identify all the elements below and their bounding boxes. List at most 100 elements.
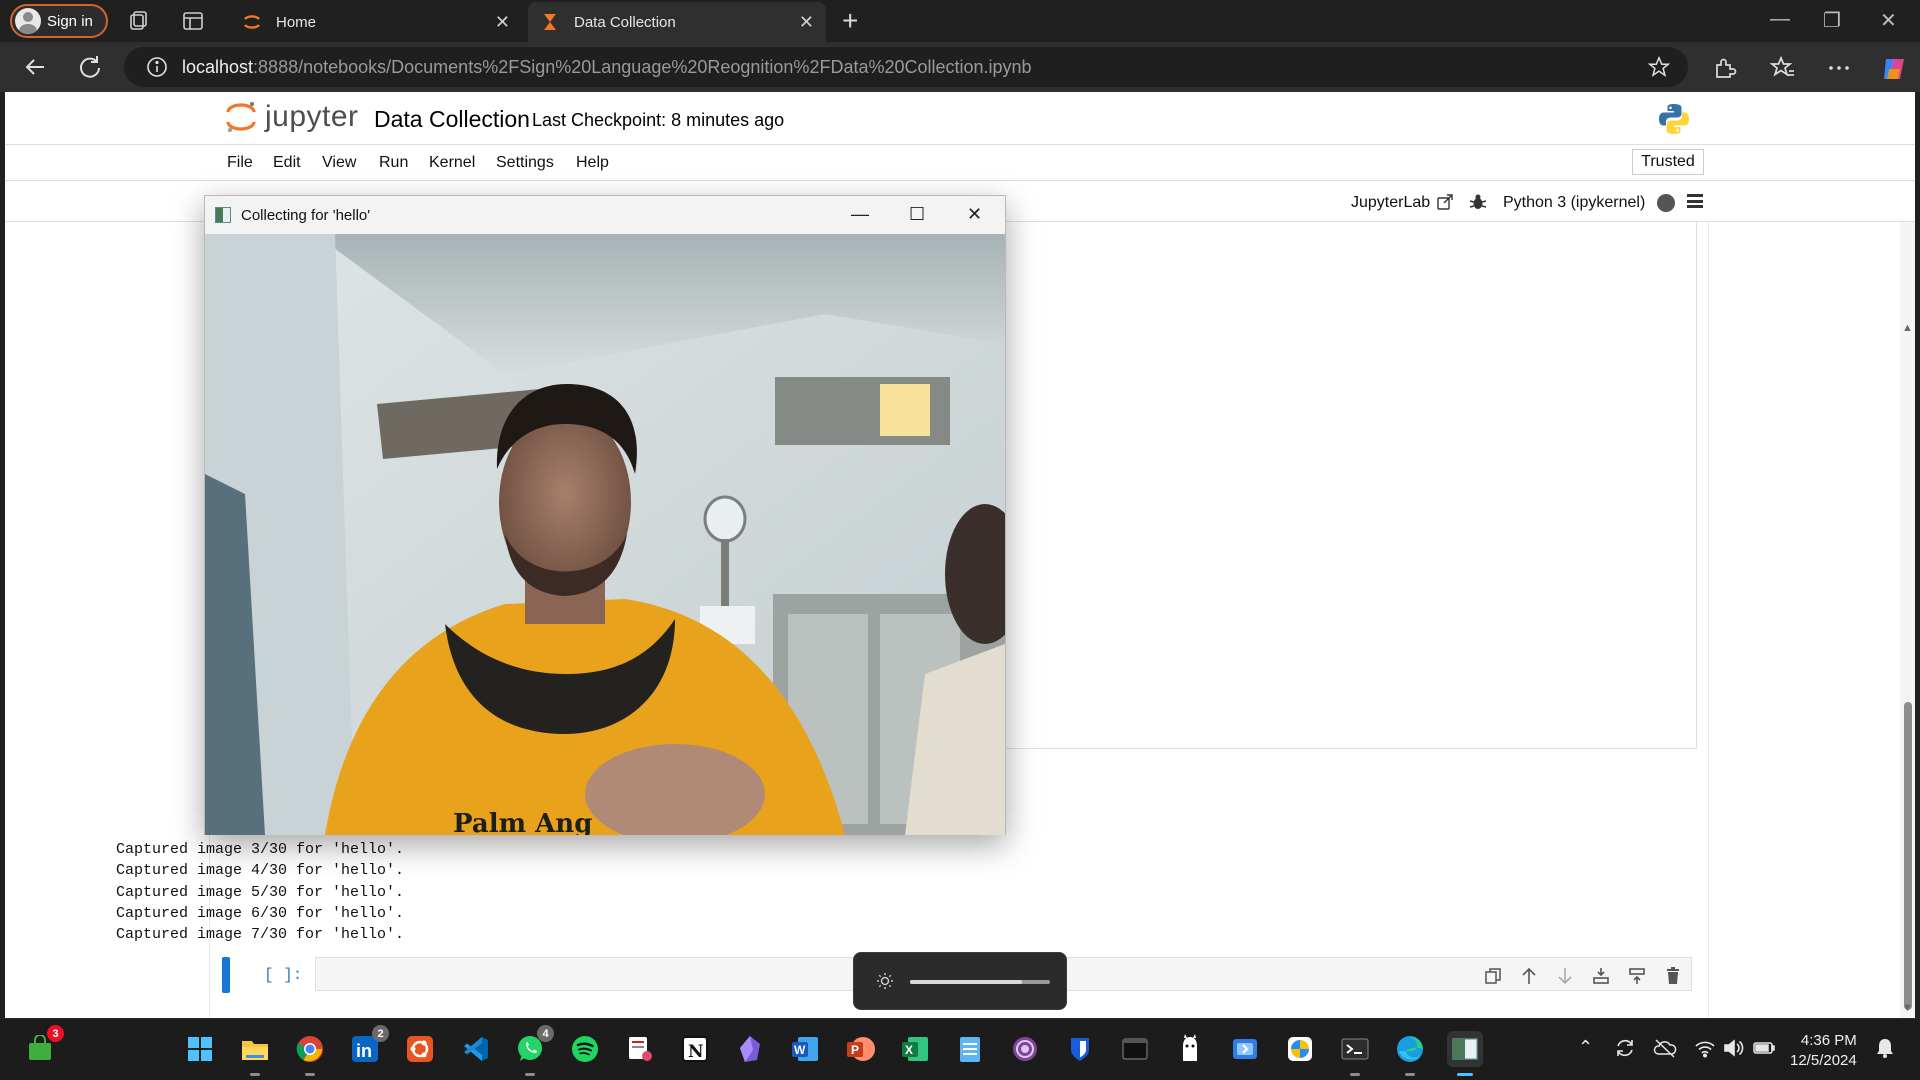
tab-home[interactable]: Home ✕ — [230, 2, 522, 42]
close-tab-icon[interactable]: ✕ — [495, 12, 510, 33]
vertical-scrollbar[interactable]: ▲ ▼ — [1900, 222, 1915, 1018]
browser-toolbar: localhost:8888/notebooks/Documents%2FSig… — [0, 42, 1920, 92]
copilot-icon[interactable] — [1880, 55, 1906, 81]
extensions-icon[interactable] — [1712, 55, 1738, 81]
terminal-icon[interactable] — [1117, 1031, 1153, 1067]
battery-icon[interactable] — [1752, 1037, 1776, 1064]
snipping-tool-icon[interactable] — [622, 1031, 658, 1067]
bitwarden-icon[interactable] — [1062, 1031, 1098, 1067]
obsidian-icon[interactable] — [732, 1031, 768, 1067]
notification-bell-icon[interactable] — [1875, 1037, 1895, 1064]
powerpoint-icon[interactable]: P — [842, 1031, 878, 1067]
insert-below-icon[interactable] — [1627, 966, 1651, 990]
cell-prompt: [ ]: — [264, 966, 303, 984]
start-menu-icon[interactable] — [182, 1031, 218, 1067]
svg-text:in: in — [356, 1041, 372, 1061]
linkedin-icon[interactable]: in 2 — [347, 1025, 389, 1067]
word-icon[interactable]: W — [787, 1031, 823, 1067]
url-path: :8888/notebooks/Documents%2FSign%20Langu… — [253, 56, 1032, 77]
excel-icon[interactable]: X — [897, 1031, 933, 1067]
jupyter-wordmark: jupyter — [265, 100, 359, 133]
notebook-title[interactable]: Data Collection — [374, 106, 530, 133]
jupyter-icon — [242, 12, 262, 32]
minimize-window-button[interactable]: — — [1770, 8, 1790, 31]
restore-window-button[interactable]: ❐ — [1823, 8, 1841, 33]
refresh-icon[interactable] — [75, 52, 105, 82]
kernel-name[interactable]: Python 3 (ipykernel) — [1503, 194, 1645, 212]
notepad-icon[interactable] — [952, 1031, 988, 1067]
menu-view[interactable]: View — [322, 154, 356, 172]
brightness-flyout[interactable] — [853, 952, 1067, 1010]
scrollbar-thumb[interactable] — [1904, 702, 1912, 1010]
menu-help[interactable]: Help — [576, 154, 609, 172]
output-line: Captured image 6/30 for 'hello'. — [116, 904, 405, 922]
vscode-icon[interactable] — [457, 1031, 493, 1067]
opencv-window-icon[interactable] — [1447, 1031, 1483, 1076]
debugger-bug-icon[interactable] — [1469, 193, 1487, 211]
scroll-up-arrow[interactable]: ▲ — [1902, 322, 1913, 334]
tor-browser-icon[interactable] — [1007, 1031, 1043, 1067]
close-window-button[interactable]: ✕ — [1880, 8, 1897, 33]
cv-window-titlebar[interactable]: Collecting for 'hello' — ☐ ✕ — [205, 196, 1005, 234]
more-menu-icon[interactable] — [1826, 55, 1852, 81]
delete-cell-icon[interactable] — [1663, 966, 1687, 990]
file-explorer-icon[interactable] — [237, 1031, 273, 1076]
store-app-icon[interactable]: 3 — [22, 1025, 64, 1067]
vertical-tabs-icon[interactable] — [181, 9, 205, 33]
onedrive-offline-icon[interactable] — [1653, 1037, 1677, 1064]
wifi-icon[interactable] — [1694, 1037, 1716, 1064]
cv-close-button[interactable]: ✕ — [967, 204, 982, 225]
close-tab-icon[interactable]: ✕ — [799, 12, 814, 33]
site-info-icon[interactable] — [146, 56, 168, 78]
menu-run[interactable]: Run — [379, 154, 408, 172]
notification-badge: 4 — [537, 1025, 554, 1042]
opencv-capture-window[interactable]: Collecting for 'hello' — ☐ ✕ Palm Ang — [204, 195, 1006, 835]
whatsapp-icon[interactable]: 4 — [512, 1025, 554, 1076]
edge-icon[interactable] — [1392, 1031, 1428, 1076]
brightness-sun-icon — [876, 972, 894, 990]
jupyter-logo-icon — [226, 102, 256, 133]
kernel-status-indicator — [1657, 194, 1675, 212]
show-hidden-icons-chevron-icon[interactable]: ⌃ — [1578, 1037, 1593, 1058]
tab-title: Home — [276, 13, 317, 31]
cv-minimize-button[interactable]: — — [851, 204, 869, 225]
last-checkpoint: Last Checkpoint: 8 minutes ago — [532, 110, 785, 130]
jupyterlab-link[interactable]: JupyterLab — [1351, 194, 1454, 212]
move-down-icon[interactable] — [1555, 966, 1579, 990]
ubuntu-icon[interactable] — [402, 1031, 438, 1067]
powershell-icon[interactable] — [1337, 1031, 1373, 1076]
favorites-icon[interactable] — [1769, 55, 1796, 81]
brightness-slider[interactable] — [910, 980, 1050, 984]
address-bar[interactable]: localhost:8888/notebooks/Documents%2FSig… — [124, 47, 1688, 87]
menu-kernel[interactable]: Kernel — [429, 154, 475, 172]
jupyter-logo[interactable]: jupyter — [225, 100, 359, 134]
duplicate-cell-icon[interactable] — [1483, 966, 1507, 990]
workspaces-icon[interactable] — [128, 9, 152, 33]
trusted-indicator[interactable]: Trusted — [1632, 149, 1704, 175]
llama-app-icon[interactable] — [1172, 1031, 1208, 1067]
svg-text:N: N — [688, 1042, 704, 1062]
move-up-icon[interactable] — [1519, 966, 1543, 990]
menu-file[interactable]: File — [227, 154, 253, 172]
sync-icon[interactable] — [1614, 1037, 1636, 1064]
notification-badge: 2 — [372, 1025, 389, 1042]
back-arrow-icon[interactable] — [20, 52, 50, 82]
pinwheel-app-icon[interactable] — [1282, 1031, 1318, 1067]
menu-edit[interactable]: Edit — [273, 154, 301, 172]
spotify-icon[interactable] — [567, 1031, 603, 1067]
favorite-star-icon[interactable] — [1647, 55, 1671, 78]
volume-icon[interactable] — [1722, 1037, 1744, 1064]
chrome-icon[interactable] — [292, 1031, 328, 1076]
system-clock[interactable]: 4:36 PM 12/5/2024 — [1790, 1031, 1857, 1071]
cv-maximize-button[interactable]: ☐ — [909, 204, 925, 225]
photos-icon[interactable] — [1227, 1031, 1263, 1067]
notion-icon[interactable]: N — [677, 1031, 713, 1067]
scroll-down-arrow[interactable]: ▼ — [1902, 1002, 1913, 1014]
menu-settings[interactable]: Settings — [496, 154, 554, 172]
tab-data-collection[interactable]: Data Collection ✕ — [528, 2, 826, 42]
new-tab-button[interactable]: + — [842, 5, 858, 37]
menu-hamburger-icon[interactable] — [1687, 194, 1703, 208]
clock-time: 4:36 PM — [1800, 1032, 1857, 1049]
insert-above-icon[interactable] — [1591, 966, 1615, 990]
sign-in-button[interactable]: Sign in — [10, 4, 108, 38]
